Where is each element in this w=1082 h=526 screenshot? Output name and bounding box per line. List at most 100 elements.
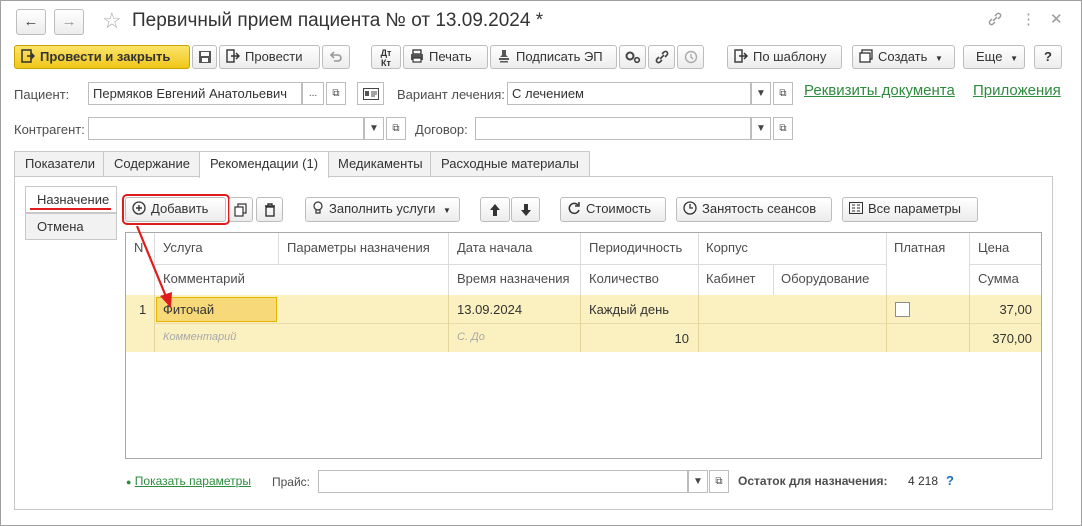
- tab-medications[interactable]: Медикаменты: [327, 151, 434, 177]
- contract-dropdown[interactable]: ▼: [751, 117, 771, 140]
- close-icon[interactable]: ✕: [1050, 11, 1063, 29]
- form-icon: [849, 198, 863, 220]
- sign-label: Подписать ЭП: [516, 49, 603, 64]
- cost-button[interactable]: Стоимость: [560, 197, 666, 222]
- col-header-price[interactable]: Цена: [978, 240, 1009, 255]
- start-date-cell[interactable]: 13.09.2024: [457, 302, 522, 317]
- history-button[interactable]: [677, 45, 704, 69]
- move-up-button[interactable]: [480, 197, 510, 222]
- attachments-link[interactable]: Приложения: [973, 82, 1061, 99]
- all-params-button[interactable]: Все параметры: [842, 197, 978, 222]
- col-header-periodicity[interactable]: Периодичность: [589, 240, 682, 255]
- chevron-down-icon: ▼: [369, 123, 379, 134]
- price-list-open-button[interactable]: ⧉: [709, 470, 729, 493]
- lightbulb-icon: [312, 198, 324, 220]
- requisites-link[interactable]: Реквизиты документа: [804, 82, 955, 99]
- fill-services-button[interactable]: Заполнить услуги ▼: [305, 197, 460, 222]
- forward-button[interactable]: →: [54, 9, 84, 35]
- periodicity-cell[interactable]: Каждый день: [589, 302, 669, 317]
- favorite-star-icon[interactable]: ☆: [102, 8, 122, 34]
- tab-recommendations[interactable]: Рекомендации (1): [199, 151, 330, 178]
- more-vertical-icon[interactable]: ⋮: [1021, 11, 1036, 29]
- patient-field[interactable]: Пермяков Евгений Анатольевич: [88, 82, 302, 105]
- sign-button[interactable]: Подписать ЭП: [490, 45, 617, 69]
- open-icon: ⧉: [332, 88, 340, 99]
- arrow-right-icon: →: [61, 13, 77, 30]
- post-button[interactable]: Провести: [219, 45, 320, 69]
- remaining-help-icon[interactable]: ?: [946, 473, 954, 488]
- chevron-down-icon: ▼: [756, 88, 766, 99]
- create-icon: [859, 46, 873, 68]
- link-document-button[interactable]: [648, 45, 675, 69]
- template-arrow-icon: [734, 46, 749, 68]
- trash-icon: [264, 203, 275, 217]
- patient-select-button[interactable]: ...: [302, 82, 324, 105]
- col-header-building[interactable]: Корпус: [706, 240, 748, 255]
- treatment-variant-open-button[interactable]: ⧉: [773, 82, 793, 105]
- treatment-variant-field[interactable]: С лечением: [507, 82, 751, 105]
- tab-content[interactable]: Содержание: [103, 151, 201, 177]
- tab-consumables[interactable]: Расходные материалы: [430, 151, 590, 177]
- post-and-close-button[interactable]: Провести и закрыть: [14, 45, 190, 69]
- contract-open-button[interactable]: ⧉: [773, 117, 793, 140]
- time-cell[interactable]: С. До: [457, 331, 485, 343]
- copy-icon: [234, 203, 247, 217]
- counterparty-open-button[interactable]: ⧉: [386, 117, 406, 140]
- tab-indicators[interactable]: Показатели: [14, 151, 106, 177]
- price-list-field[interactable]: [318, 470, 688, 493]
- counterparty-field[interactable]: [88, 117, 364, 140]
- all-params-label: Все параметры: [868, 201, 962, 216]
- settings-button[interactable]: [619, 45, 646, 69]
- back-button[interactable]: ←: [16, 9, 46, 35]
- col-header-quantity[interactable]: Количество: [589, 271, 659, 286]
- copy-button[interactable]: [229, 197, 253, 222]
- post-label: Провести: [245, 49, 303, 64]
- fill-services-label: Заполнить услуги: [329, 201, 436, 216]
- print-label: Печать: [429, 49, 472, 64]
- col-header-sum[interactable]: Сумма: [978, 271, 1019, 286]
- delete-button[interactable]: [256, 197, 283, 222]
- dt-kt-button[interactable]: Дт Кт: [371, 45, 401, 69]
- patient-open-button[interactable]: ⧉: [326, 82, 346, 105]
- col-header-start-date[interactable]: Дата начала: [457, 240, 532, 255]
- chevron-down-icon: ▼: [935, 54, 943, 63]
- open-icon: ⧉: [779, 123, 787, 134]
- undo-post-button[interactable]: [322, 45, 350, 69]
- price-cell[interactable]: 37,00: [997, 302, 1032, 317]
- arrow-left-icon: ←: [23, 13, 39, 30]
- gears-icon: [625, 51, 640, 64]
- save-button[interactable]: [192, 45, 217, 69]
- paid-checkbox[interactable]: [895, 302, 910, 317]
- contract-field[interactable]: [475, 117, 751, 140]
- price-list-label: Прайс:: [272, 475, 311, 489]
- refresh-icon: [567, 198, 581, 220]
- create-button[interactable]: Создать ▼: [852, 45, 955, 69]
- post-arrow-icon: [226, 46, 241, 68]
- chevron-down-icon: ▼: [756, 123, 766, 134]
- col-header-params[interactable]: Параметры назначения: [287, 240, 430, 255]
- price-list-dropdown[interactable]: ▼: [688, 470, 708, 493]
- link-icon[interactable]: [987, 11, 1003, 32]
- counterparty-dropdown[interactable]: ▼: [364, 117, 384, 140]
- show-params-link[interactable]: ● Показать параметры: [126, 474, 251, 488]
- help-button[interactable]: ?: [1034, 45, 1062, 69]
- patient-card-button[interactable]: [357, 82, 384, 105]
- open-icon: ⧉: [715, 476, 723, 487]
- col-header-cabinet[interactable]: Кабинет: [706, 271, 755, 286]
- col-header-time[interactable]: Время назначения: [457, 271, 570, 286]
- stamp-icon: [497, 46, 511, 68]
- by-template-button[interactable]: По шаблону: [727, 45, 842, 69]
- quantity-cell[interactable]: 10: [661, 331, 689, 346]
- sessions-button[interactable]: Занятость сеансов: [676, 197, 832, 222]
- col-header-paid[interactable]: Платная: [894, 240, 945, 255]
- more-button[interactable]: Еще ▼: [963, 45, 1025, 69]
- comment-cell[interactable]: Комментарий: [163, 331, 236, 343]
- chevron-down-icon: ▼: [443, 206, 451, 215]
- print-button[interactable]: Печать: [403, 45, 488, 69]
- col-header-equipment[interactable]: Оборудование: [781, 271, 869, 286]
- treatment-variant-dropdown[interactable]: ▼: [751, 82, 771, 105]
- move-down-button[interactable]: [511, 197, 540, 222]
- side-item-cancel[interactable]: Отмена: [25, 213, 117, 240]
- page-title: Первичный прием пациента № от 13.09.2024…: [132, 10, 544, 31]
- history-clock-icon: [684, 50, 697, 64]
